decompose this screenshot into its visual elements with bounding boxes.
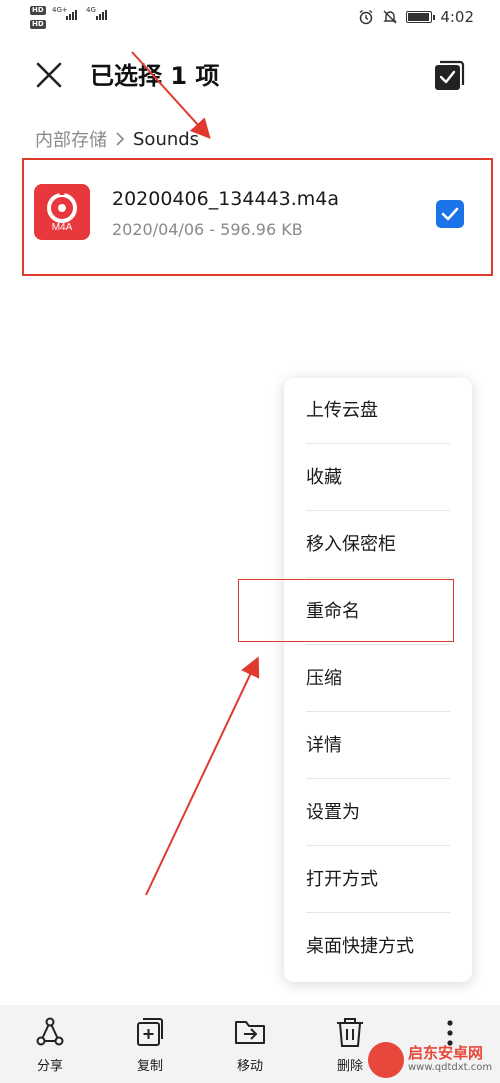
hd-badge: HD xyxy=(30,6,46,15)
audio-file-icon: M4A xyxy=(34,184,90,240)
menu-item-favorite[interactable]: 收藏 xyxy=(306,445,450,511)
move-label: 移动 xyxy=(236,1059,263,1074)
rename-highlight-box xyxy=(238,579,454,642)
battery-icon xyxy=(406,11,436,23)
alarm-icon xyxy=(359,9,373,25)
checkmark-icon xyxy=(441,207,459,221)
file-name: 20200406_134443.m4a xyxy=(112,188,340,210)
menu-item-compress[interactable]: 压缩 xyxy=(306,646,450,712)
file-meta: 2020/04/06 - 596.96 KB xyxy=(112,220,303,239)
hd-badge-2: HD xyxy=(30,20,46,29)
share-label: 分享 xyxy=(36,1059,63,1074)
file-checkbox[interactable] xyxy=(436,200,464,228)
menu-item-move-to-safe[interactable]: 移入保密柜 xyxy=(306,512,450,578)
share-icon xyxy=(36,1017,64,1046)
watermark-url: www.qdtdxt.com xyxy=(408,1062,493,1073)
status-right: 4:02 xyxy=(358,6,474,28)
mute-icon xyxy=(383,10,398,24)
breadcrumb-current[interactable]: Sounds xyxy=(133,129,199,150)
copy-icon xyxy=(137,1018,163,1046)
menu-item-details[interactable]: 详情 xyxy=(306,713,450,779)
file-type-label: M4A xyxy=(51,222,73,233)
menu-item-desktop-shortcut[interactable]: 桌面快捷方式 xyxy=(306,914,450,980)
more-options-menu: 上传云盘 收藏 移入保密柜 重命名 压缩 详情 设置为 打开方式 桌面快捷方式 xyxy=(284,378,472,982)
annotation-arrow-bottom xyxy=(145,656,260,896)
network-indicators: HD 4G+ 4G HD xyxy=(30,4,120,32)
breadcrumb: 内部存储 Sounds xyxy=(35,126,199,152)
share-button[interactable]: 分享 xyxy=(15,1015,85,1079)
copy-label: 复制 xyxy=(136,1059,163,1074)
file-list-item[interactable]: M4A 20200406_134443.m4a 2020/04/06 - 596… xyxy=(22,158,493,276)
menu-item-set-as[interactable]: 设置为 xyxy=(306,780,450,846)
watermark-logo-icon xyxy=(368,1042,404,1078)
close-icon[interactable] xyxy=(32,58,66,92)
move-icon xyxy=(235,1021,265,1044)
selection-header: 已选择 1 项 xyxy=(0,40,500,108)
menu-item-open-with[interactable]: 打开方式 xyxy=(306,847,450,913)
menu-item-upload-cloud[interactable]: 上传云盘 xyxy=(306,378,450,444)
chevron-right-icon xyxy=(116,132,125,146)
select-all-icon[interactable] xyxy=(433,60,465,92)
move-button[interactable]: 移动 xyxy=(215,1015,285,1079)
page-title: 已选择 1 项 xyxy=(90,62,220,90)
clock: 4:02 xyxy=(440,8,474,26)
watermark: 启东安卓网 www.qdtdxt.com xyxy=(364,1042,500,1080)
delete-icon xyxy=(337,1018,363,1047)
copy-button[interactable]: 复制 xyxy=(115,1015,185,1079)
status-bar: HD 4G+ 4G HD 4:02 xyxy=(0,0,500,36)
watermark-name: 启东安卓网 xyxy=(408,1044,484,1062)
breadcrumb-root[interactable]: 内部存储 xyxy=(35,126,107,152)
network-type-2: 4G xyxy=(86,6,96,14)
network-type: 4G+ xyxy=(52,6,68,14)
